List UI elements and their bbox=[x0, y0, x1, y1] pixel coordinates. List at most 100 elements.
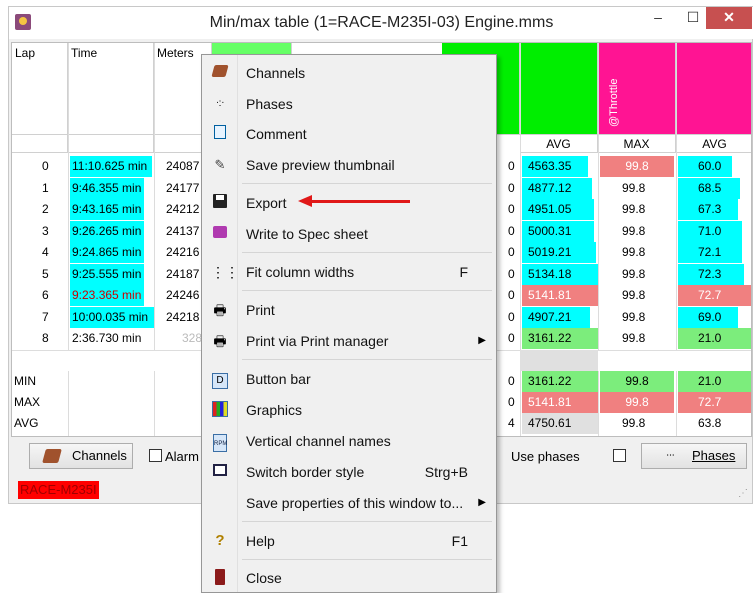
cell-hidden-col: 4 bbox=[508, 416, 515, 430]
menu-item-label: Phases bbox=[246, 96, 293, 112]
channels-button[interactable]: Channels bbox=[29, 443, 133, 469]
subheader-avg-2: AVG bbox=[676, 135, 751, 153]
cell-avg2: 69.0 bbox=[678, 307, 738, 328]
menu-item-button-bar[interactable]: D Button bar bbox=[202, 366, 496, 392]
menu-separator bbox=[242, 521, 492, 522]
header-lap[interactable]: Lap bbox=[12, 43, 68, 135]
throttle-vertical-label: @Throttle bbox=[608, 78, 620, 127]
menu-item-export[interactable]: Export bbox=[202, 190, 496, 216]
menu-item-print[interactable]: 🖶 Print bbox=[202, 297, 496, 323]
cell-lap: 2 bbox=[42, 202, 49, 216]
cell-meters: 24087 bbox=[166, 159, 200, 173]
header-time[interactable]: Time bbox=[68, 43, 154, 135]
menu-item-shortcut: Strg+B bbox=[424, 464, 468, 480]
cell-max: 99.8 bbox=[622, 245, 646, 259]
menu-item-label: Print bbox=[246, 302, 275, 318]
cell-time: 9:43.165 min bbox=[70, 199, 144, 220]
menu-item-label: Graphics bbox=[246, 402, 303, 418]
cell-lap: 1 bbox=[42, 181, 49, 195]
cell-max: 99.8 bbox=[600, 392, 674, 413]
cell-meters: 24212 bbox=[166, 202, 200, 216]
resize-grip-icon[interactable]: ⋰ bbox=[738, 488, 748, 499]
header-throttle[interactable]: @Throttle bbox=[598, 43, 676, 135]
fit-columns-icon: ⋮⋮ bbox=[211, 264, 239, 280]
cell-lap: 7 bbox=[42, 310, 49, 324]
menu-item-label: Close bbox=[246, 570, 282, 586]
menu-item-print-via-print-manager[interactable]: 🖶 Print via Print manager ▶ bbox=[202, 328, 496, 354]
cell-max: 99.8 bbox=[622, 202, 646, 216]
cell-lap: 8 bbox=[42, 331, 49, 345]
cell-max: 99.8 bbox=[622, 331, 646, 345]
menu-item-write-to-spec-sheet[interactable]: Write to Spec sheet bbox=[202, 221, 496, 247]
menu-item-shortcut: F bbox=[459, 264, 468, 280]
cell-max: 99.8 bbox=[622, 310, 646, 324]
menu-item-label: Fit column widths bbox=[246, 264, 355, 280]
cell-lap: 4 bbox=[42, 245, 49, 259]
cell-max: 99.8 bbox=[600, 371, 674, 392]
cell-max: 99.8 bbox=[622, 224, 646, 238]
menu-item-comment[interactable]: Comment bbox=[202, 121, 496, 147]
cell-meters: 24218 bbox=[166, 310, 200, 324]
cell-time: 9:25.555 min bbox=[70, 264, 144, 285]
cell-avg1: 3161.22 bbox=[522, 328, 598, 349]
use-phases-checkbox[interactable] bbox=[613, 449, 626, 462]
cell-meters: 24137 bbox=[166, 224, 200, 238]
submenu-arrow-icon: ▶ bbox=[478, 335, 486, 346]
cell-avg1: 4951.05 bbox=[522, 199, 594, 220]
status-race-label: RACE-M235I bbox=[18, 481, 99, 499]
menu-item-vertical-channel-names[interactable]: RPM Vertical channel names bbox=[202, 428, 496, 454]
close-window-button[interactable]: ✕ bbox=[706, 7, 752, 29]
cell-lap: 5 bbox=[42, 267, 49, 281]
cell-time: 9:26.265 min bbox=[70, 221, 144, 242]
menu-item-graphics[interactable]: Graphics bbox=[202, 397, 496, 423]
menu-item-save-properties[interactable]: Save properties of this window to... ▶ bbox=[202, 490, 496, 516]
printer-icon: 🖶 bbox=[213, 333, 227, 349]
header-channel-green-c[interactable] bbox=[520, 43, 598, 135]
minimize-button[interactable]: – bbox=[639, 7, 677, 29]
cell-hidden-col: 0 bbox=[508, 310, 515, 324]
menu-item-label: Export bbox=[246, 195, 287, 211]
menu-item-label: Comment bbox=[246, 126, 307, 142]
context-menu: Channels ᐧ:ᐧ Phases Comment ✎ Save previ… bbox=[201, 54, 497, 593]
menu-item-close[interactable]: Close bbox=[202, 565, 496, 591]
phases-button-label: Phases bbox=[692, 448, 736, 463]
button-bar-icon: D bbox=[211, 370, 229, 389]
alarm-checkbox[interactable] bbox=[149, 449, 162, 462]
cell-avg2: 72.7 bbox=[678, 392, 751, 413]
close-icon bbox=[211, 569, 229, 587]
cell-avg1: 5019.21 bbox=[522, 242, 596, 263]
menu-separator bbox=[242, 290, 492, 291]
cell-avg1: 4750.61 bbox=[522, 413, 598, 434]
cell-meters: 24187 bbox=[166, 267, 200, 281]
cell-avg2: 21.0 bbox=[678, 328, 751, 349]
subheader-blank-lap bbox=[12, 135, 68, 153]
cell-hidden-col: 0 bbox=[508, 181, 515, 195]
menu-item-help[interactable]: ? Help F1 bbox=[202, 528, 496, 554]
cell-avg1: 3161.22 bbox=[522, 371, 598, 392]
blank-row-shade bbox=[520, 350, 598, 371]
menu-item-phases[interactable]: ᐧ:ᐧ Phases bbox=[202, 91, 496, 117]
cell-meters: 24246 bbox=[166, 288, 200, 302]
cell-avg2: 60.0 bbox=[678, 156, 732, 177]
submenu-arrow-icon: ▶ bbox=[478, 497, 486, 508]
cell-avg2: 72.7 bbox=[678, 285, 751, 306]
cell-hidden-col: 0 bbox=[508, 245, 515, 259]
cell-avg1: 5134.18 bbox=[522, 264, 598, 285]
help-icon: ? bbox=[215, 532, 225, 549]
cell-hidden-col: 0 bbox=[508, 202, 515, 216]
menu-item-channels[interactable]: Channels bbox=[202, 60, 496, 86]
cell-max: 99.8 bbox=[622, 416, 646, 430]
menu-item-label: Save properties of this window to... bbox=[246, 495, 464, 511]
header-channel-pink[interactable] bbox=[676, 43, 751, 135]
menu-item-switch-border-style[interactable]: Switch border style Strg+B bbox=[202, 459, 496, 485]
cell-time: 10:00.035 min bbox=[70, 307, 154, 328]
cell-hidden-col: 0 bbox=[508, 395, 515, 409]
menu-separator bbox=[242, 559, 492, 560]
annotation-arrow-head-icon bbox=[298, 195, 312, 207]
menu-item-fit-column-widths[interactable]: ⋮⋮ Fit column widths F bbox=[202, 259, 496, 285]
cell-avg1: 5141.81 bbox=[522, 392, 598, 413]
menu-item-save-preview-thumbnail[interactable]: ✎ Save preview thumbnail bbox=[202, 152, 496, 178]
use-phases-label: Use phases bbox=[511, 449, 580, 464]
subheader-blank-time bbox=[68, 135, 154, 153]
phases-button[interactable]: ᐧᐧᐧ Phases bbox=[641, 443, 747, 469]
